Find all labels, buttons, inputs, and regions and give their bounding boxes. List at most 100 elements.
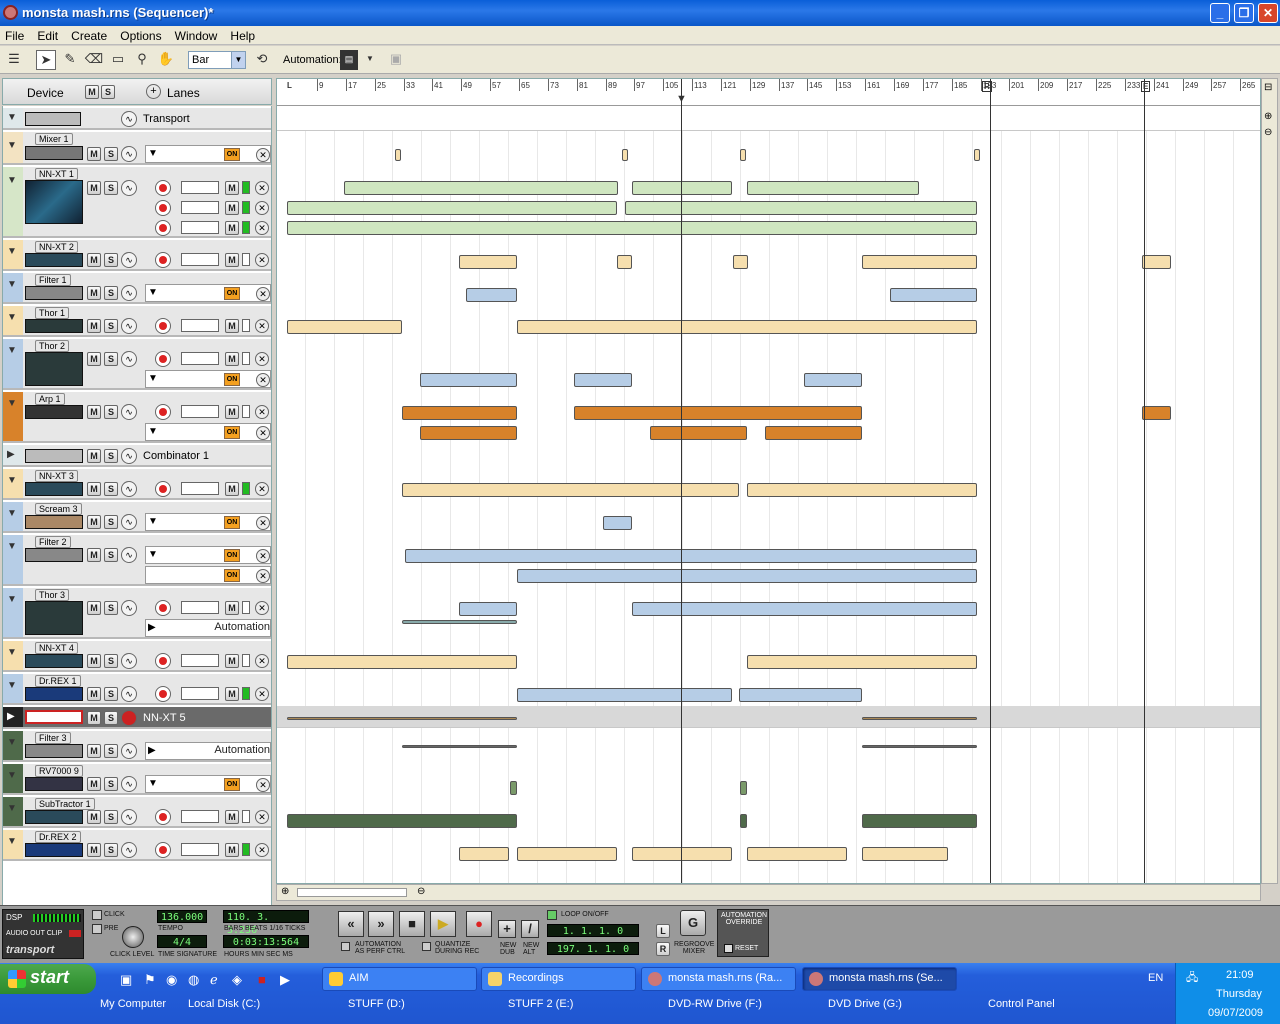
- note-clip[interactable]: [459, 847, 509, 861]
- track-filter-2[interactable]: ▼ Filter 2 M S ∿ ▼ ON ✕ ON ✕: [3, 535, 271, 586]
- click-checkbox[interactable]: [92, 910, 102, 920]
- menu-options[interactable]: Options: [115, 26, 166, 43]
- mute-button[interactable]: M: [87, 810, 101, 824]
- lane-select[interactable]: [181, 601, 219, 614]
- aim-icon[interactable]: ⚑: [144, 972, 156, 988]
- record-icon[interactable]: [155, 653, 171, 669]
- automation-wave-icon[interactable]: ∿: [121, 776, 137, 792]
- quicklink-my-computer[interactable]: My Computer: [100, 998, 166, 1010]
- delete-lane-icon[interactable]: ✕: [255, 221, 269, 235]
- automation-wave-icon[interactable]: ∿: [121, 600, 137, 616]
- expand-icon[interactable]: ▼: [7, 680, 17, 691]
- quicklink-stuff-2-e[interactable]: STUFF 2 (E:): [508, 998, 573, 1010]
- ie-icon[interactable]: ℯ: [210, 972, 218, 988]
- mute-button[interactable]: M: [87, 352, 101, 366]
- solo-button[interactable]: S: [104, 777, 119, 791]
- note-clip[interactable]: [862, 847, 948, 861]
- track-filter-3[interactable]: ▼ Filter 3 M S ∿ ▶ Automation: [3, 731, 271, 762]
- mute-button[interactable]: M: [87, 687, 101, 701]
- lane-select[interactable]: [181, 810, 219, 823]
- collapse-icon[interactable]: ▶: [7, 711, 15, 722]
- language-indicator[interactable]: EN: [1148, 972, 1163, 984]
- automation-lane[interactable]: ▼ ON ✕: [145, 546, 271, 564]
- lane-select[interactable]: [181, 482, 219, 495]
- delete-lane-icon[interactable]: ✕: [255, 319, 269, 333]
- delete-lane-icon[interactable]: ✕: [255, 654, 269, 668]
- automation-lane[interactable]: ▶ Automation: [145, 742, 271, 760]
- track-nn-xt-4[interactable]: ▼ NN-XT 4 M S ∿ M ✕: [3, 641, 271, 672]
- quicklink-dvd-g[interactable]: DVD Drive (G:): [828, 998, 902, 1010]
- automation-clip[interactable]: [650, 426, 747, 440]
- track-name[interactable]: Filter 2: [35, 536, 71, 548]
- automation-clip[interactable]: [402, 620, 517, 624]
- expand-icon[interactable]: ▼: [7, 770, 17, 781]
- note-lane[interactable]: M ✕: [145, 841, 271, 859]
- automation-wave-icon[interactable]: ∿: [121, 514, 137, 530]
- automation-lane[interactable]: ▼ ON ✕: [145, 775, 271, 793]
- mute-button[interactable]: M: [87, 744, 101, 758]
- position-bars-display[interactable]: 110. 3. 3.236: [223, 910, 309, 936]
- delete-lane-icon[interactable]: ✕: [256, 287, 270, 301]
- delete-lane-icon[interactable]: ✕: [255, 181, 269, 195]
- track-icon[interactable]: ▣: [386, 50, 406, 70]
- tempo-display[interactable]: 136.000: [157, 910, 207, 923]
- track-name[interactable]: Mixer 1: [35, 133, 73, 145]
- track-combinator-1[interactable]: ▶ M S ∿ Combinator 1: [3, 445, 271, 467]
- lane-select[interactable]: [181, 843, 219, 856]
- track-nn-xt-2[interactable]: ▼ NN-XT 2 M S ∿ M ✕: [3, 240, 271, 271]
- track-thor-1[interactable]: ▼ Thor 1 M S ∿ M ✕: [3, 306, 271, 337]
- automation-lane[interactable]: ▼ ON ✕: [145, 145, 271, 163]
- delete-lane-icon[interactable]: ✕: [255, 843, 269, 857]
- quicklink-dvd-rw-f[interactable]: DVD-RW Drive (F:): [668, 998, 762, 1010]
- note-clip[interactable]: [517, 847, 617, 861]
- note-clip[interactable]: [1142, 406, 1171, 420]
- lane-mute-button[interactable]: M: [225, 843, 239, 857]
- automation-clip[interactable]: [420, 426, 517, 440]
- network-icon[interactable]: 🖧: [1186, 969, 1198, 988]
- automation-wave-icon[interactable]: ∿: [121, 404, 137, 420]
- pencil-tool-icon[interactable]: ✎: [60, 50, 80, 70]
- task-reason-rack[interactable]: monsta mash.rns (Ra...: [641, 967, 796, 991]
- expand-icon[interactable]: ▼: [7, 140, 17, 151]
- delete-lane-icon[interactable]: ✕: [256, 148, 270, 162]
- record-icon[interactable]: [155, 180, 171, 196]
- solo-button[interactable]: S: [104, 515, 119, 529]
- track-name[interactable]: Dr.REX 1: [35, 675, 81, 687]
- solo-button[interactable]: S: [104, 810, 119, 824]
- expand-icon[interactable]: ▼: [7, 508, 17, 519]
- automation-wave-icon[interactable]: ∿: [121, 351, 137, 367]
- delete-lane-icon[interactable]: ✕: [255, 810, 269, 824]
- note-lane[interactable]: M ✕: [145, 652, 271, 670]
- note-clip[interactable]: [287, 717, 517, 720]
- lane-select[interactable]: [181, 687, 219, 700]
- automation-wave-icon[interactable]: ∿: [121, 318, 137, 334]
- task-reason-sequencer[interactable]: monsta mash.rns (Se...: [802, 967, 957, 991]
- solo-button[interactable]: S: [104, 147, 119, 161]
- automation-lane[interactable]: ▼ ON ✕: [145, 513, 271, 531]
- delete-lane-icon[interactable]: ✕: [256, 373, 270, 387]
- close-button[interactable]: ✕: [1258, 3, 1278, 23]
- reset-button[interactable]: [724, 944, 733, 953]
- note-lane[interactable]: M ✕: [145, 403, 271, 421]
- selection-tool-icon[interactable]: ➤: [36, 50, 56, 70]
- track-name[interactable]: Thor 3: [35, 589, 70, 601]
- automation-clip[interactable]: [974, 149, 980, 161]
- note-clip[interactable]: [574, 406, 862, 420]
- automation-clip[interactable]: [517, 569, 977, 583]
- note-clip[interactable]: [517, 320, 977, 334]
- automation-wave-icon[interactable]: ∿: [121, 842, 137, 858]
- track-transport[interactable]: ▼ ∿ Transport: [3, 108, 271, 130]
- delete-lane-icon[interactable]: ✕: [256, 426, 270, 440]
- mute-button[interactable]: M: [87, 601, 101, 615]
- note-lane[interactable]: M ✕: [145, 599, 271, 617]
- expand-icon[interactable]: ▼: [7, 594, 17, 605]
- solo-button[interactable]: S: [104, 449, 119, 463]
- mute-button[interactable]: M: [87, 711, 101, 725]
- solo-button[interactable]: S: [104, 482, 119, 496]
- lane-dropdown-icon[interactable]: ▼: [148, 516, 158, 527]
- automation-clip[interactable]: [405, 549, 977, 563]
- note-lane[interactable]: M ✕: [145, 179, 271, 197]
- delete-lane-icon[interactable]: ✕: [255, 253, 269, 267]
- menu-edit[interactable]: Edit: [32, 26, 63, 43]
- clock-time[interactable]: 21:09: [1226, 969, 1254, 981]
